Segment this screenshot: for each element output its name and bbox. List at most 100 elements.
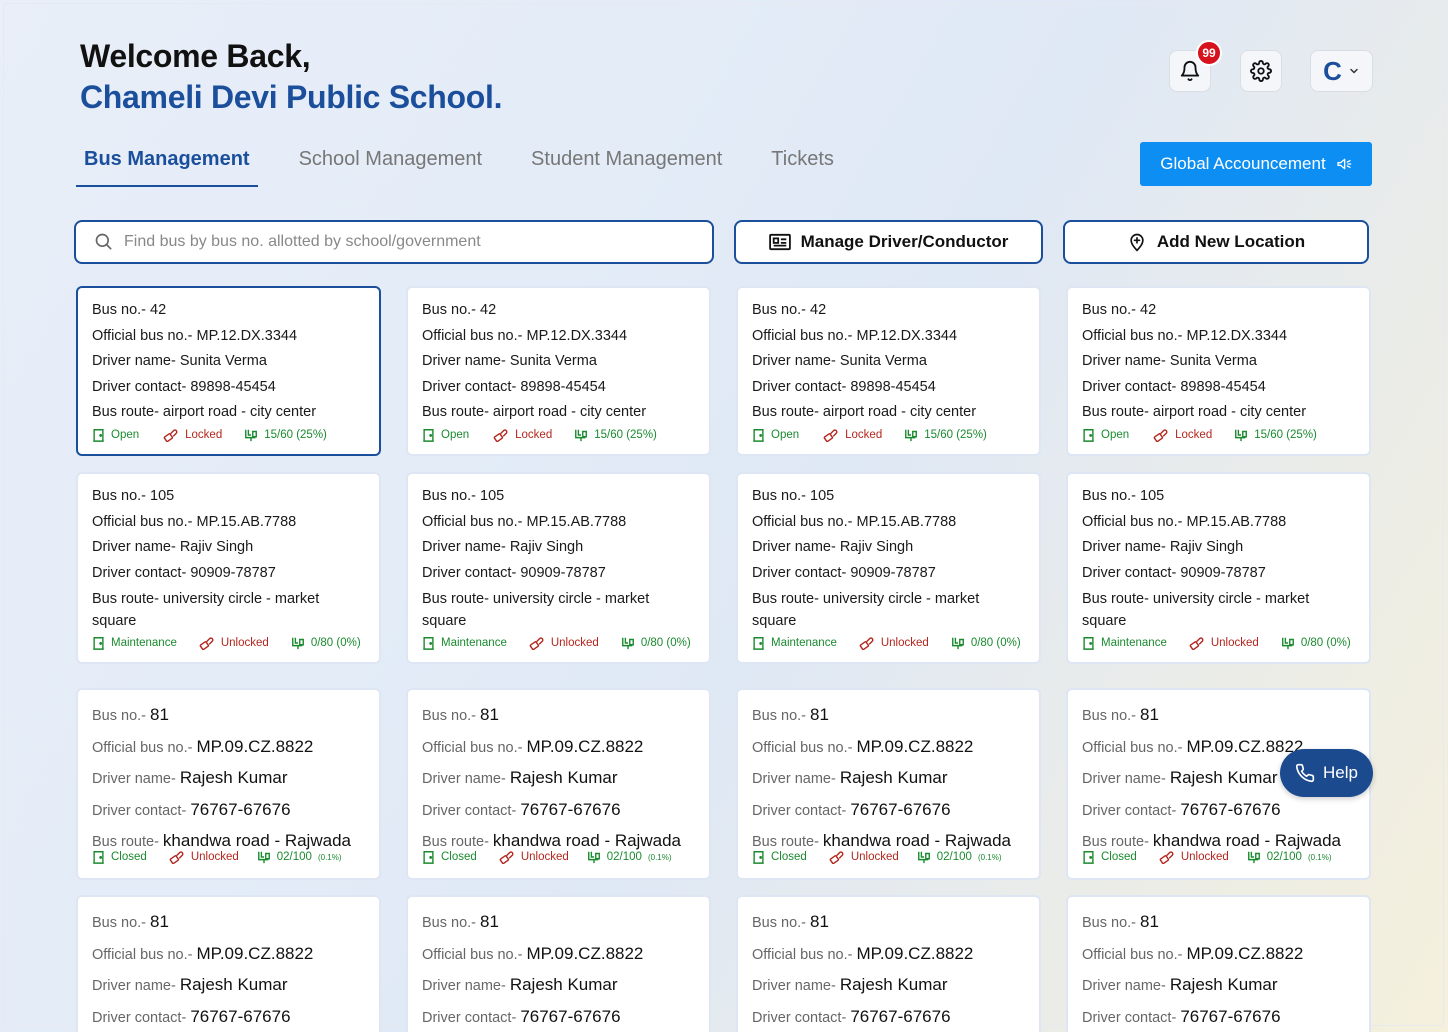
field-label: Bus route- xyxy=(92,404,163,420)
field-label: Driver contact- xyxy=(1082,802,1181,819)
field-label: Bus no.- xyxy=(1082,488,1141,504)
announcement-label: Global Accouncement xyxy=(1160,154,1326,173)
bus-card[interactable]: Bus no.- 81 Official bus no.- MP.09.CZ.88… xyxy=(736,895,1041,1032)
help-button[interactable]: Help xyxy=(1280,749,1373,797)
field-value: Sunita Verma xyxy=(1169,353,1257,369)
lock-status: Unlocked xyxy=(169,850,239,864)
field-value: Rajesh Kumar xyxy=(1169,768,1278,787)
bus-detail-line: Official bus no.- MP.15.AB.7788 xyxy=(92,510,379,536)
tab-bus-management[interactable]: Bus Management xyxy=(76,148,258,187)
settings-button[interactable] xyxy=(1240,50,1282,92)
seat-capacity: 15/60 (25%) xyxy=(574,428,663,442)
lock-status: Unlocked xyxy=(1159,850,1229,864)
bus-status-row: Closed Unlocked 02/100 (0.1%) xyxy=(422,850,672,864)
bus-card[interactable]: Bus no.- 42 Official bus no.- MP.12.DX.33… xyxy=(736,286,1041,456)
bus-card[interactable]: Bus no.- 81 Official bus no.- MP.09.CZ.88… xyxy=(736,688,1041,880)
seat-capacity-label: 02/100 xyxy=(606,851,642,863)
tab-school-management[interactable]: School Management xyxy=(291,148,490,187)
field-value: Sunita Verma xyxy=(179,353,267,369)
bus-card[interactable]: Bus no.- 81 Official bus no.- MP.09.CZ.88… xyxy=(406,688,711,880)
tab-student-management[interactable]: Student Management xyxy=(523,148,730,187)
bus-card[interactable]: Bus no.- 105 Official bus no.- MP.15.AB.7… xyxy=(76,472,381,664)
door-status-label: Open xyxy=(441,429,470,441)
seat-capacity-label: 0/80 (0%) xyxy=(1300,637,1351,649)
lock-status: Unlocked xyxy=(829,850,899,864)
global-announcement-button[interactable]: Global Accouncement xyxy=(1140,142,1372,186)
field-value: 76767-67676 xyxy=(520,799,621,819)
lock-status-label: Locked xyxy=(1175,429,1213,441)
seat-capacity-label: 15/60 (25%) xyxy=(264,429,327,441)
field-label: Driver name- xyxy=(92,539,180,555)
bus-detail-line: Bus route- university circle - market sq… xyxy=(1082,588,1352,632)
bus-card[interactable]: Bus no.- 42 Official bus no.- MP.12.DX.33… xyxy=(76,286,381,456)
lock-status-label: Locked xyxy=(515,429,553,441)
seat-icon xyxy=(621,637,634,650)
bus-card[interactable]: Bus no.- 81 Official bus no.- MP.09.CZ.88… xyxy=(76,688,381,880)
field-value: Rajesh Kumar xyxy=(509,975,618,994)
manage-driver-button[interactable]: Manage Driver/Conductor xyxy=(734,220,1043,264)
bus-search[interactable] xyxy=(74,220,714,264)
bus-card[interactable]: Bus no.- 42 Official bus no.- MP.12.DX.33… xyxy=(1066,286,1371,456)
field-label: Bus route- xyxy=(422,404,493,420)
door-status: Closed xyxy=(92,850,147,864)
main-tabs: Bus Management School Management Student… xyxy=(76,148,875,187)
bus-card[interactable]: Bus no.- 105 Official bus no.- MP.15.AB.7… xyxy=(406,472,711,664)
bus-detail-line: Driver name- Rajesh Kumar xyxy=(92,970,379,1002)
bus-card[interactable]: Bus no.- 81 Official bus no.- MP.09.CZ.88… xyxy=(406,895,711,1032)
field-label: Official bus no.- xyxy=(92,739,197,756)
bus-detail-line: Official bus no.- MP.09.CZ.8822 xyxy=(422,939,709,971)
field-label: Bus no.- xyxy=(1082,302,1141,318)
field-value: 42 xyxy=(150,302,167,318)
bus-status-row: Maintenance Unlocked 0/80 (0%) xyxy=(1082,636,1357,650)
seat-icon xyxy=(291,637,304,650)
door-status-label: Closed xyxy=(111,851,147,863)
bus-card[interactable]: Bus no.- 105 Official bus no.- MP.15.AB.7… xyxy=(736,472,1041,664)
welcome-heading: Welcome Back, Chameli Devi Public School… xyxy=(80,38,503,116)
field-label: Bus route- xyxy=(92,591,163,607)
bus-card[interactable]: Bus no.- 81 Official bus no.- MP.09.CZ.88… xyxy=(76,895,381,1032)
bus-status-row: Closed Unlocked 02/100 (0.1%) xyxy=(752,850,1002,864)
field-value: 89898-45454 xyxy=(850,378,936,395)
lock-icon xyxy=(199,637,214,650)
field-value: airport road - city center xyxy=(492,404,647,420)
account-menu-button[interactable]: C xyxy=(1310,50,1373,92)
bus-detail-line: Driver contact- 76767-67676 xyxy=(422,1002,709,1032)
seat-icon xyxy=(917,851,930,864)
tab-tickets[interactable]: Tickets xyxy=(763,148,842,187)
bus-detail-line: Driver contact- 76767-67676 xyxy=(1082,795,1369,827)
door-status-label: Closed xyxy=(771,851,807,863)
field-label: Bus no.- xyxy=(422,302,481,318)
seat-capacity-label: 0/80 (0%) xyxy=(310,637,361,649)
bus-detail-line: Driver name- Rajesh Kumar xyxy=(1082,970,1369,1002)
field-label: Bus route- xyxy=(1082,404,1153,420)
search-input[interactable] xyxy=(124,233,684,251)
field-value: khandwa road - Rajwada xyxy=(162,831,351,850)
field-value: MP.12.DX.3344 xyxy=(1186,327,1288,344)
field-label: Official bus no.- xyxy=(1082,513,1187,530)
door-icon xyxy=(423,851,434,864)
lock-status-label: Unlocked xyxy=(880,637,929,649)
bus-detail-line: Official bus no.- MP.09.CZ.8822 xyxy=(92,939,379,971)
field-label: Bus no.- xyxy=(92,302,151,318)
bus-status-row: Open Locked 15/60 (25%) xyxy=(92,428,333,442)
bus-detail-line: Driver contact- 76767-67676 xyxy=(422,795,709,827)
bus-detail-line: Official bus no.- MP.12.DX.3344 xyxy=(92,324,379,350)
bus-detail-line: Official bus no.- MP.15.AB.7788 xyxy=(1082,510,1369,536)
lock-icon xyxy=(529,637,544,650)
bus-card[interactable]: Bus no.- 42 Official bus no.- MP.12.DX.33… xyxy=(406,286,711,456)
lock-icon xyxy=(499,851,514,864)
field-label: Driver contact- xyxy=(422,564,521,581)
field-label: Driver name- xyxy=(422,353,510,369)
bus-card[interactable]: Bus no.- 81 Official bus no.- MP.09.CZ.88… xyxy=(1066,895,1371,1032)
field-label: Official bus no.- xyxy=(92,513,197,530)
add-location-button[interactable]: Add New Location xyxy=(1063,220,1369,264)
field-value: 42 xyxy=(480,302,497,318)
door-icon xyxy=(423,429,434,442)
field-label: Bus no.- xyxy=(422,488,481,504)
bus-card[interactable]: Bus no.- 105 Official bus no.- MP.15.AB.7… xyxy=(1066,472,1371,664)
field-value: 76767-67676 xyxy=(520,1006,621,1026)
field-label: Driver name- xyxy=(752,353,840,369)
lock-status-label: Unlocked xyxy=(550,637,599,649)
bus-status-row: Open Locked 15/60 (25%) xyxy=(422,428,663,442)
field-label: Official bus no.- xyxy=(92,327,197,344)
